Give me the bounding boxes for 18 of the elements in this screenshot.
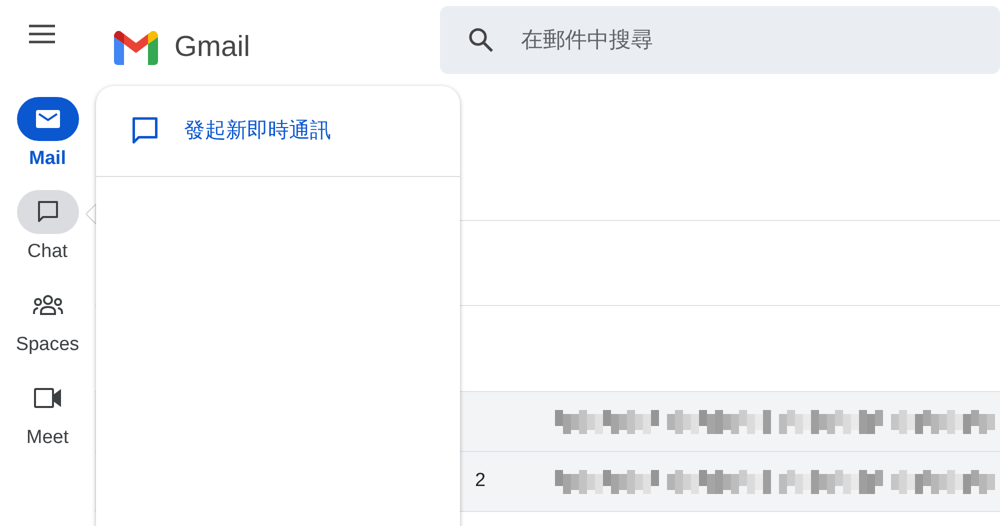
search-icon[interactable] (468, 27, 494, 53)
new-chat-item[interactable]: 發起新即時通訊 (96, 86, 460, 177)
nav-label: Spaces (16, 333, 80, 357)
menu-icon[interactable] (28, 24, 56, 44)
nav-chat-button[interactable] (16, 190, 78, 234)
nav-label: Meet (26, 426, 69, 450)
row-count: 2 (475, 470, 486, 492)
app-title: Gmail (174, 30, 250, 65)
chat-bubble-icon (36, 200, 60, 224)
chat-bubble-icon (130, 116, 160, 146)
nav-label: Mail (29, 147, 66, 171)
envelope-logo-icon (114, 30, 158, 65)
search-field[interactable]: 在郵件中搜尋 (440, 6, 1000, 74)
video-camera-icon (34, 388, 62, 408)
envelope-icon (36, 110, 60, 128)
nav-label: Chat (27, 240, 68, 264)
nav-mail-button[interactable] (16, 97, 78, 141)
people-icon (32, 294, 62, 316)
